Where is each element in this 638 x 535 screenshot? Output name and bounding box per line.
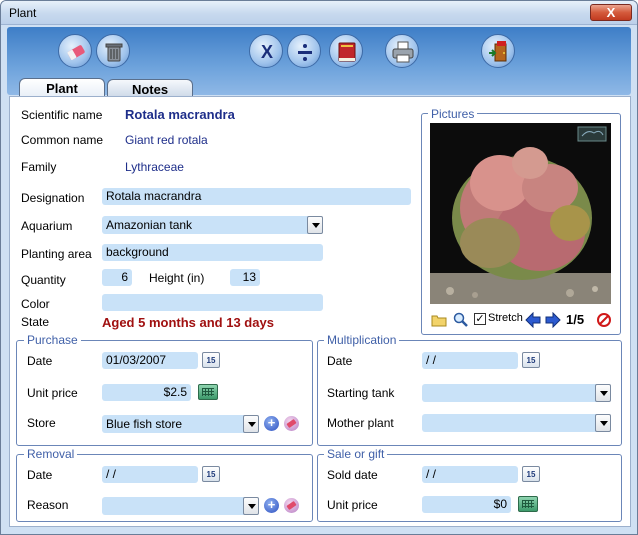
- folder-icon[interactable]: [431, 313, 447, 327]
- window-title: Plant: [9, 6, 37, 20]
- sold-date-label: Sold date: [327, 468, 378, 482]
- exit-button[interactable]: [481, 34, 515, 68]
- store-select[interactable]: Blue fish store: [102, 415, 259, 433]
- chevron-down-icon[interactable]: [243, 415, 259, 433]
- starting-tank-label: Starting tank: [327, 386, 395, 400]
- mother-plant-select[interactable]: [422, 414, 611, 432]
- encyclopedia-button[interactable]: [329, 34, 363, 68]
- exit-door-icon: [489, 41, 507, 62]
- starting-tank-select[interactable]: [422, 384, 611, 402]
- cancel-button[interactable]: X: [249, 34, 283, 68]
- calendar-icon[interactable]: 15: [522, 352, 540, 368]
- purchase-unit-price-input[interactable]: $2.5: [102, 384, 191, 401]
- eraser-icon[interactable]: [284, 498, 299, 513]
- sold-date-input[interactable]: / /: [422, 466, 518, 483]
- chevron-down-icon[interactable]: [307, 216, 323, 234]
- calculator-icon[interactable]: [518, 496, 538, 512]
- sale-unit-price-input[interactable]: $0: [422, 496, 511, 513]
- close-button[interactable]: X: [590, 4, 632, 21]
- calendar-icon[interactable]: 15: [522, 466, 540, 482]
- quantity-input[interactable]: 6: [102, 269, 132, 286]
- height-label: Height (in): [149, 271, 205, 285]
- plant-window: Plant X X Plant Notes Scientific name Ro…: [0, 0, 638, 535]
- designation-label: Designation: [21, 191, 85, 205]
- chevron-down-icon[interactable]: [595, 384, 611, 402]
- toolbar: X Plant Notes: [7, 27, 631, 100]
- sale-unit-price-label: Unit price: [327, 498, 378, 512]
- multiplication-date-input[interactable]: / /: [422, 352, 518, 369]
- zoom-icon[interactable]: [453, 312, 469, 328]
- planting-area-input[interactable]: background: [102, 244, 323, 261]
- common-name-label: Common name: [21, 133, 104, 147]
- removal-title: Removal: [24, 447, 78, 461]
- plant-photo-image: [430, 123, 611, 304]
- removal-date-input[interactable]: / /: [102, 466, 198, 483]
- purchase-date-label: Date: [27, 354, 53, 368]
- calendar-icon[interactable]: 15: [202, 352, 220, 368]
- designation-input[interactable]: Rotala macrandra: [102, 188, 411, 205]
- previous-arrow-icon[interactable]: [525, 312, 541, 328]
- add-reason-button[interactable]: +: [264, 498, 279, 513]
- delete-button[interactable]: [96, 34, 130, 68]
- quantity-label: Quantity: [21, 273, 66, 287]
- store-value: Blue fish store: [106, 417, 183, 431]
- multiplication-date-label: Date: [327, 354, 353, 368]
- next-arrow-icon[interactable]: [545, 312, 561, 328]
- reason-label: Reason: [27, 498, 69, 512]
- reason-select[interactable]: [102, 497, 259, 515]
- stretch-label: Stretch: [488, 312, 523, 324]
- scientific-name-label: Scientific name: [21, 108, 103, 122]
- eraser-button[interactable]: [58, 34, 92, 68]
- calendar-icon[interactable]: 15: [202, 466, 220, 482]
- color-label: Color: [21, 297, 50, 311]
- eraser-icon[interactable]: [284, 416, 299, 431]
- planting-area-label: Planting area: [21, 247, 92, 261]
- height-input[interactable]: 13: [230, 269, 260, 286]
- printer-icon: [392, 41, 414, 63]
- add-store-button[interactable]: +: [264, 416, 279, 431]
- family-label: Family: [21, 160, 57, 174]
- delete-picture-icon[interactable]: [596, 312, 612, 328]
- removal-date-label: Date: [27, 468, 53, 482]
- title-bar: Plant X: [1, 1, 637, 25]
- aquarium-value: Amazonian tank: [106, 218, 193, 232]
- calculator-icon[interactable]: [198, 384, 218, 400]
- store-label: Store: [27, 416, 56, 430]
- trash-icon: [105, 43, 123, 62]
- svg-text:X: X: [261, 42, 273, 62]
- purchase-date-input[interactable]: 01/03/2007: [102, 352, 198, 369]
- chevron-down-icon[interactable]: [243, 497, 259, 515]
- aquarium-label: Aquarium: [21, 219, 73, 233]
- print-button[interactable]: [385, 34, 419, 68]
- pictures-title: Pictures: [428, 107, 478, 121]
- cancel-icon: X: [261, 42, 273, 62]
- divide-icon: [298, 44, 312, 61]
- sale-title: Sale or gift: [324, 447, 388, 461]
- scientific-name-value: Rotala macrandra: [125, 107, 235, 122]
- book-icon: [338, 42, 356, 62]
- chevron-down-icon[interactable]: [595, 414, 611, 432]
- mother-plant-label: Mother plant: [327, 416, 394, 430]
- purchase-title: Purchase: [24, 333, 81, 347]
- family-value: Lythraceae: [125, 160, 184, 174]
- common-name-value: Giant red rotala: [125, 133, 208, 147]
- state-label: State: [21, 315, 50, 329]
- color-input[interactable]: [102, 294, 323, 311]
- multiplication-title: Multiplication: [324, 333, 400, 347]
- purchase-unit-price-label: Unit price: [27, 386, 78, 400]
- eraser-icon: [67, 45, 85, 60]
- calculate-button[interactable]: [287, 34, 321, 68]
- state-value: Aged 5 months and 13 days: [102, 315, 274, 330]
- plant-photo[interactable]: [430, 123, 611, 304]
- picture-counter: 1/5: [566, 312, 585, 327]
- aquarium-select[interactable]: Amazonian tank: [102, 216, 323, 234]
- stretch-checkbox[interactable]: ✓: [474, 313, 486, 325]
